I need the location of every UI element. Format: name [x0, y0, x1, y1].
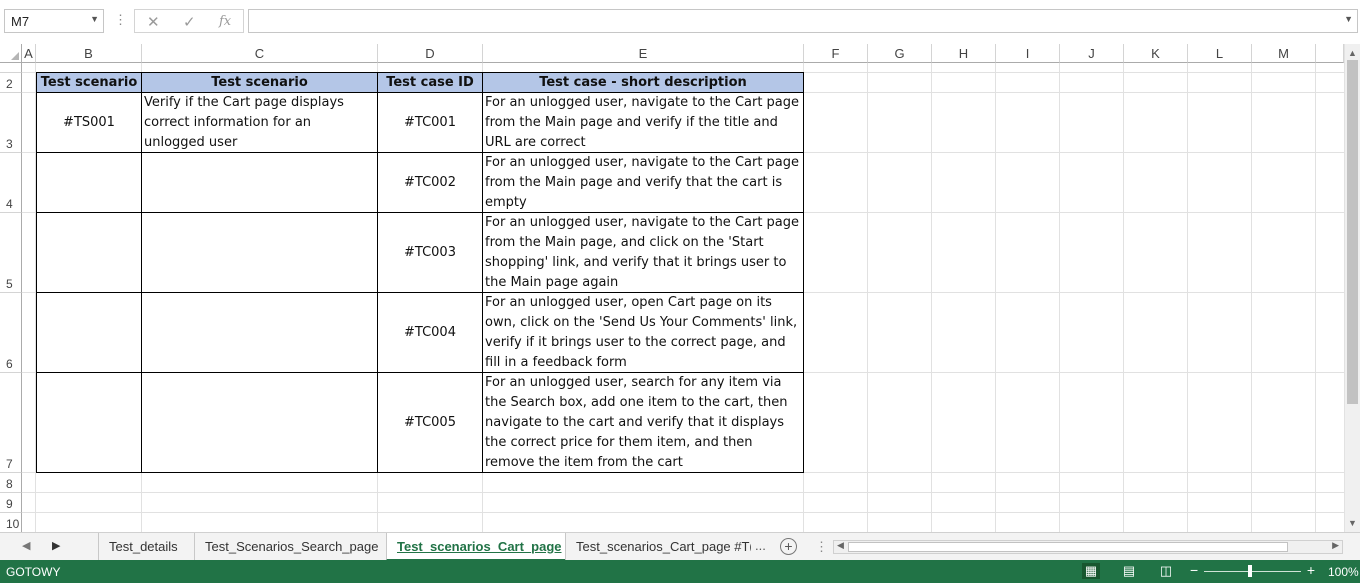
table-header-scenario[interactable]: Test scenario: [142, 73, 378, 93]
select-all-corner[interactable]: [0, 44, 22, 63]
column-header-e[interactable]: E: [483, 44, 804, 63]
table-cell-scenario-id[interactable]: #TS001: [37, 93, 142, 153]
sheet-tab-bar: ◀ ▶ Test_details Test_Scenarios_Search_p…: [0, 532, 1360, 561]
tab-test-details[interactable]: Test_details: [98, 533, 194, 561]
table-cell-scenario-id[interactable]: [37, 153, 142, 213]
tab-scroll-left-icon[interactable]: ◀: [22, 539, 30, 552]
row-header-4[interactable]: 4: [0, 153, 22, 213]
tab-test-scenarios-cart-page[interactable]: Test_scenarios_Cart_page: [386, 533, 565, 561]
table-header-description[interactable]: Test case - short description: [483, 73, 804, 93]
row-header-9[interactable]: 9: [0, 493, 22, 513]
formula-input[interactable]: ▼: [248, 9, 1358, 33]
tab-scroll-right-icon[interactable]: ▶: [52, 539, 60, 552]
column-header-a[interactable]: A: [22, 44, 36, 63]
row-header-10[interactable]: 10: [0, 513, 22, 532]
row-header-3[interactable]: 3: [0, 93, 22, 153]
row-header-1[interactable]: [0, 63, 22, 73]
scroll-left-icon[interactable]: ◀: [837, 540, 844, 551]
row-header-8[interactable]: 8: [0, 473, 22, 493]
row-header-7[interactable]: 7: [0, 373, 22, 473]
column-header-c[interactable]: C: [142, 44, 378, 63]
row-header-2[interactable]: 2: [0, 73, 22, 93]
table-cell-case-id[interactable]: #TC002: [378, 153, 483, 213]
name-box-value: M7: [11, 14, 30, 29]
status-bar: GOTOWY ▦ ▤ ◫ − + 100%: [0, 560, 1360, 583]
table-cell-description[interactable]: For an unlogged user, search for any ite…: [483, 373, 804, 473]
column-header-i[interactable]: I: [996, 44, 1060, 63]
add-sheet-button[interactable]: +: [780, 538, 797, 555]
table-cell-case-id[interactable]: #TC004: [378, 293, 483, 373]
zoom-slider[interactable]: − +: [1190, 562, 1315, 579]
vertical-scrollbar[interactable]: ▲ ▼: [1344, 44, 1360, 532]
splitter-icon[interactable]: ⋮: [815, 539, 828, 555]
column-header-b[interactable]: B: [36, 44, 142, 63]
table-cell-scenario-id[interactable]: [37, 373, 142, 473]
formula-bar: M7 ▼ ⋮ ✕ ✓ fx ▼: [0, 0, 1360, 44]
expand-formula-icon[interactable]: ▼: [1344, 14, 1353, 24]
cancel-icon[interactable]: ✕: [147, 13, 160, 31]
zoom-level[interactable]: 100%: [1328, 565, 1359, 579]
column-header-k[interactable]: K: [1124, 44, 1188, 63]
tab-test-scenarios-search-page[interactable]: Test_Scenarios_Search_page: [194, 533, 386, 561]
zoom-out-icon[interactable]: −: [1190, 562, 1198, 578]
zoom-slider-knob[interactable]: [1248, 565, 1252, 577]
table-cell-scenario-id[interactable]: [37, 293, 142, 373]
table-cell-description[interactable]: For an unlogged user, open Cart page on …: [483, 293, 804, 373]
vertical-scroll-thumb[interactable]: [1347, 60, 1358, 404]
column-header-m[interactable]: M: [1252, 44, 1316, 63]
table-cell-case-id[interactable]: #TC003: [378, 213, 483, 293]
table-cell-scenario[interactable]: [142, 293, 378, 373]
table-cell-description[interactable]: For an unlogged user, navigate to the Ca…: [483, 213, 804, 293]
table-cell-scenario-id[interactable]: [37, 213, 142, 293]
page-layout-view-icon[interactable]: ▤: [1120, 563, 1138, 579]
status-text: GOTOWY: [6, 565, 61, 579]
table-cell-scenario[interactable]: [142, 153, 378, 213]
page-break-view-icon[interactable]: ◫: [1157, 563, 1175, 579]
enter-icon[interactable]: ✓: [183, 13, 196, 31]
spreadsheet-grid[interactable]: A B C D E F G H I J K L M 2 3 4 5 6 7 8 …: [0, 44, 1344, 532]
table-header-scenario-id[interactable]: Test scenario ID: [37, 73, 142, 110]
normal-view-icon[interactable]: ▦: [1082, 563, 1100, 579]
scroll-right-icon[interactable]: ▶: [1332, 540, 1339, 551]
column-header-f[interactable]: F: [804, 44, 868, 63]
column-header-h[interactable]: H: [932, 44, 996, 63]
scroll-up-icon[interactable]: ▲: [1348, 48, 1357, 58]
table-cell-description[interactable]: For an unlogged user, navigate to the Ca…: [483, 93, 804, 153]
more-tabs-button[interactable]: ...: [755, 538, 766, 553]
more-options-icon[interactable]: ⋮: [114, 12, 127, 28]
row-header-5[interactable]: 5: [0, 213, 22, 293]
column-header-j[interactable]: J: [1060, 44, 1124, 63]
table-header-case-id[interactable]: Test case ID: [378, 73, 483, 93]
table-cell-scenario[interactable]: Verify if the Cart page displays correct…: [142, 93, 378, 153]
table-cell-description[interactable]: For an unlogged user, navigate to the Ca…: [483, 153, 804, 213]
formula-buttons: ✕ ✓ fx: [134, 9, 244, 33]
column-header-g[interactable]: G: [868, 44, 932, 63]
tab-test-scenarios-cart-page-tc[interactable]: Test_scenarios_Cart_page #T(: [565, 533, 751, 561]
scroll-down-icon[interactable]: ▼: [1348, 518, 1357, 528]
table-cell-case-id[interactable]: #TC001: [378, 93, 483, 153]
table-cell-case-id[interactable]: #TC005: [378, 373, 483, 473]
row-header-6[interactable]: 6: [0, 293, 22, 373]
column-header-d[interactable]: D: [378, 44, 483, 63]
chevron-down-icon[interactable]: ▼: [90, 14, 99, 24]
column-header-n[interactable]: [1316, 44, 1344, 63]
column-header-l[interactable]: L: [1188, 44, 1252, 63]
table-cell-scenario[interactable]: [142, 373, 378, 473]
table-cell-scenario[interactable]: [142, 213, 378, 293]
horizontal-scrollbar[interactable]: ◀ ▶: [833, 540, 1343, 554]
function-icon[interactable]: fx: [219, 14, 231, 29]
name-box[interactable]: M7 ▼: [4, 9, 104, 33]
zoom-in-icon[interactable]: +: [1307, 562, 1315, 578]
horizontal-scroll-thumb[interactable]: [848, 542, 1288, 552]
